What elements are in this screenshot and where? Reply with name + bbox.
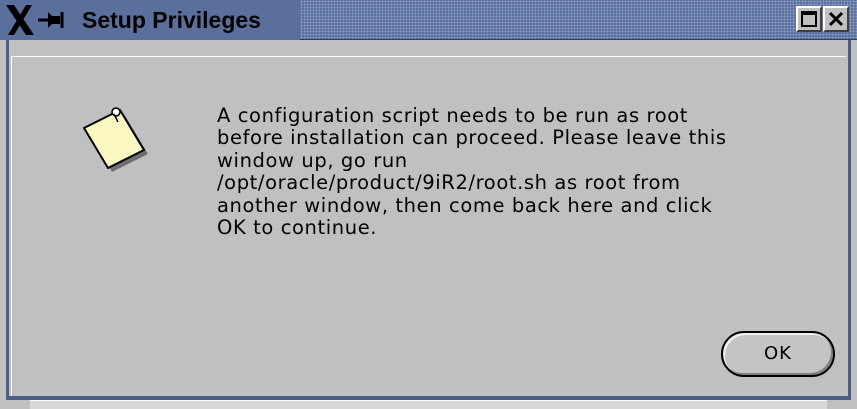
window-title: Setup Privileges	[82, 7, 261, 33]
message-line: window up, go run	[217, 148, 408, 172]
window-menu-icon[interactable]	[4, 3, 68, 37]
message-line: /opt/oracle/product/9iR2/root.sh as root…	[217, 171, 681, 195]
close-button[interactable]	[823, 6, 849, 32]
note-icon	[83, 107, 148, 172]
message-line: A configuration script needs to be run a…	[217, 104, 688, 127]
close-icon	[828, 11, 844, 27]
message-line: OK to continue.	[217, 216, 378, 240]
ok-button[interactable]: OK	[721, 331, 835, 377]
message-line: another window, then come back here and …	[217, 193, 713, 217]
dialog-message: A configuration script needs to be run a…	[217, 104, 837, 240]
setup-privileges-dialog: Setup Privileges A configuration script …	[0, 0, 857, 409]
maximize-button[interactable]	[796, 6, 822, 32]
maximize-icon	[801, 11, 817, 27]
message-line: before installation can proceed. Please …	[217, 126, 727, 150]
window-bottom-border	[0, 396, 857, 409]
title-bar[interactable]: Setup Privileges	[0, 0, 857, 40]
